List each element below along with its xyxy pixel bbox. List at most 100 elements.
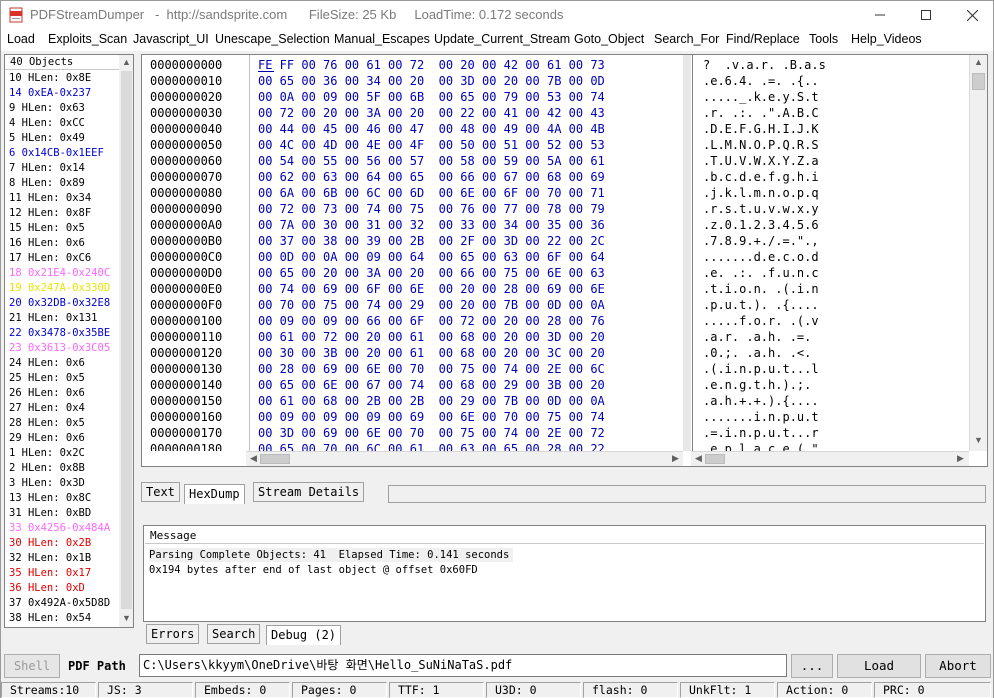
hex-bytes[interactable]: 00 09 00 09 00 66 00 6F 00 72 00 20 00 2… (258, 313, 605, 329)
scroll-down-arrow-icon[interactable]: ▼ (119, 613, 133, 623)
object-list-item[interactable]: 18 0x21E4-0x240C (5, 266, 119, 281)
message-line[interactable]: Parsing Complete Objects: 41 Elapsed Tim… (149, 548, 514, 562)
hex-ascii[interactable]: .e.n.g.t.h.).;. (703, 377, 819, 393)
object-list-item[interactable]: 20 0x32DB-0x32E8 (5, 296, 119, 311)
object-list-item[interactable]: 33 0x4256-0x484A (5, 521, 119, 536)
hex-row[interactable]: 0000000150 00 61 00 68 00 2B 00 2B 00 29 … (142, 393, 968, 409)
object-list-item[interactable]: 8 HLen: 0x89 (5, 176, 119, 191)
hex-bytes[interactable]: 00 0A 00 09 00 5F 00 6B 00 65 00 79 00 5… (258, 89, 605, 105)
object-list-item[interactable]: 13 HLen: 0x8C (5, 491, 119, 506)
hex-ascii[interactable]: .(.i.n.p.u.t...l (703, 361, 819, 377)
object-list-item[interactable]: 38 HLen: 0x54 (5, 611, 119, 626)
object-list-item[interactable]: 17 HLen: 0xC6 (5, 251, 119, 266)
hex-ascii[interactable]: .e.6.4. .=. .{.. (703, 73, 819, 89)
hex-bytes[interactable]: 00 7A 00 30 00 31 00 32 00 33 00 34 00 3… (258, 217, 605, 233)
hex-bytes[interactable]: FE FF 00 76 00 61 00 72 00 20 00 42 00 6… (258, 57, 605, 73)
object-list-item[interactable]: 7 HLen: 0x14 (5, 161, 119, 176)
object-list[interactable]: 40 Objects 10 HLen: 0x8E 14 0xEA-0x237 9 H… (4, 54, 134, 628)
hex-ascii[interactable]: .L.M.N.O.P.Q.R.S (703, 137, 819, 153)
hex-bytes[interactable]: 00 61 00 68 00 2B 00 2B 00 29 00 7B 00 0… (258, 393, 605, 409)
hex-bytes[interactable]: 00 62 00 63 00 64 00 65 00 66 00 67 00 6… (258, 169, 605, 185)
ascii-horizontal-scrollbar[interactable]: ◀ ▶ (691, 451, 969, 466)
object-list-item[interactable]: 12 HLen: 0x8F (5, 206, 119, 221)
scroll-left-arrow-icon[interactable]: ◀ (246, 453, 261, 464)
hex-bytes[interactable]: 00 72 00 73 00 74 00 75 00 76 00 77 00 7… (258, 201, 605, 217)
hex-row[interactable]: 0000000090 00 72 00 73 00 74 00 75 00 76 … (142, 201, 968, 217)
hex-bytes[interactable]: 00 65 00 20 00 3A 00 20 00 66 00 75 00 6… (258, 265, 605, 281)
object-list-item[interactable]: 6 0x14CB-0x1EEF (5, 146, 119, 161)
menu-manual-escapes[interactable]: Manual_Escapes (334, 32, 430, 46)
hex-ascii[interactable]: .e.p.l.a.c.e.(." (703, 441, 819, 451)
object-list-item[interactable]: 3 HLen: 0x3D (5, 476, 119, 491)
hex-bytes[interactable]: 00 74 00 69 00 6F 00 6E 00 20 00 28 00 6… (258, 281, 605, 297)
object-list-item[interactable]: 16 HLen: 0x6 (5, 236, 119, 251)
scroll-up-arrow-icon[interactable]: ▲ (119, 57, 133, 67)
hex-bytes[interactable]: 00 44 00 45 00 46 00 47 00 48 00 49 00 4… (258, 121, 605, 137)
hex-ascii[interactable]: .t.i.o.n. .(.i.n (703, 281, 819, 297)
load-button[interactable]: Load (837, 654, 921, 678)
hex-row[interactable]: 0000000050 00 4C 00 4D 00 4E 00 4F 00 50 … (142, 137, 968, 153)
tab-debug[interactable]: Debug (2) (266, 625, 342, 645)
scroll-right-arrow-icon[interactable]: ▶ (668, 453, 683, 464)
hex-row[interactable]: 00000000A0 00 7A 00 30 00 31 00 32 00 33 … (142, 217, 968, 233)
hex-row[interactable]: 0000000060 00 54 00 55 00 56 00 57 00 58 … (142, 153, 968, 169)
menu-search-for[interactable]: Search_For (654, 32, 719, 46)
hex-bytes[interactable]: 00 09 00 09 00 09 00 69 00 6E 00 70 00 7… (258, 409, 605, 425)
pdf-path-input[interactable]: C:\Users\kkyym\OneDrive\바탕 화면\Hello_SuNi… (139, 654, 787, 677)
hex-ascii[interactable]: ....._.k.e.y.S.t (703, 89, 819, 105)
hex-row[interactable]: 0000000020 00 0A 00 09 00 5F 00 6B 00 65 … (142, 89, 968, 105)
object-list-item[interactable]: 35 HLen: 0x17 (5, 566, 119, 581)
scroll-thumb[interactable] (260, 454, 290, 464)
hex-ascii[interactable]: .a.h.+.+.).{.... (703, 393, 819, 409)
tab-search[interactable]: Search (207, 624, 261, 644)
hex-ascii[interactable]: .7.8.9.+./.=."., (703, 233, 819, 249)
scroll-down-arrow-icon[interactable]: ▼ (971, 435, 986, 445)
menu-unescape-selection[interactable]: Unescape_Selection (215, 32, 330, 46)
hex-bytes[interactable]: 00 65 00 36 00 34 00 20 00 3D 00 20 00 7… (258, 73, 605, 89)
hex-row[interactable]: 0000000130 00 28 00 69 00 6E 00 70 00 75 … (142, 361, 968, 377)
hex-row[interactable]: 0000000010 00 65 00 36 00 34 00 20 00 3D … (142, 73, 968, 89)
hex-ascii[interactable]: .e. .:. .f.u.n.c (703, 265, 819, 281)
hex-bytes[interactable]: 00 61 00 72 00 20 00 61 00 68 00 20 00 3… (258, 329, 605, 345)
hex-row[interactable]: 0000000030 00 72 00 20 00 3A 00 20 00 22 … (142, 105, 968, 121)
hex-bytes[interactable]: 00 54 00 55 00 56 00 57 00 58 00 59 00 5… (258, 153, 605, 169)
shell-button[interactable]: Shell (4, 654, 60, 678)
object-list-item[interactable]: 31 HLen: 0xBD (5, 506, 119, 521)
hex-row[interactable]: 00000000E0 00 74 00 69 00 6F 00 6E 00 20 … (142, 281, 968, 297)
hex-ascii[interactable]: .......i.n.p.u.t (703, 409, 819, 425)
minimize-icon[interactable] (857, 1, 903, 29)
object-list-item[interactable]: 36 HLen: 0xD (5, 581, 119, 596)
object-list-item[interactable]: 27 HLen: 0x4 (5, 401, 119, 416)
hex-row[interactable]: 00000000C0 00 0D 00 0A 00 09 00 64 00 65 … (142, 249, 968, 265)
hex-ascii[interactable]: .D.E.F.G.H.I.J.K (703, 121, 819, 137)
object-list-item[interactable]: 26 HLen: 0x6 (5, 386, 119, 401)
hex-ascii[interactable]: .r.s.t.u.v.w.x.y (703, 201, 819, 217)
message-line[interactable]: 0x194 bytes after end of last object @ o… (149, 563, 478, 577)
object-list-item[interactable]: 9 HLen: 0x63 (5, 101, 119, 116)
hex-bytes[interactable]: 00 72 00 20 00 3A 00 20 00 22 00 41 00 4… (258, 105, 605, 121)
object-list-item[interactable]: 21 HLen: 0x131 (5, 311, 119, 326)
scroll-thumb[interactable] (121, 71, 132, 609)
object-list-header[interactable]: 40 Objects (5, 55, 119, 70)
tab-errors[interactable]: Errors (146, 624, 200, 644)
browse-button[interactable]: ... (791, 654, 833, 678)
tab-hexdump[interactable]: HexDump (184, 484, 245, 504)
object-list-item[interactable]: 1 HLen: 0x2C (5, 446, 119, 461)
menu-javascript-ui[interactable]: Javascript_UI (133, 32, 209, 46)
scroll-up-arrow-icon[interactable]: ▲ (971, 57, 986, 67)
hex-ascii[interactable]: .b.c.d.e.f.g.h.i (703, 169, 819, 185)
abort-button[interactable]: Abort (925, 654, 991, 678)
hex-bytes[interactable]: 00 37 00 38 00 39 00 2B 00 2F 00 3D 00 2… (258, 233, 605, 249)
hex-row[interactable]: 00000000F0 00 70 00 75 00 74 00 29 00 20 … (142, 297, 968, 313)
hex-ascii[interactable]: .....f.o.r. .(.v (703, 313, 819, 329)
object-list-item[interactable]: 14 0xEA-0x237 (5, 86, 119, 101)
hex-bytes[interactable]: 00 65 00 70 00 6C 00 61 00 63 00 65 00 2… (258, 441, 605, 451)
scroll-thumb[interactable] (705, 454, 725, 464)
hex-ascii[interactable]: .a.r. .a.h. .=. (703, 329, 819, 345)
hex-bytes[interactable]: 00 70 00 75 00 74 00 29 00 20 00 7B 00 0… (258, 297, 605, 313)
hex-ascii[interactable]: .p.u.t.). .{.... (703, 297, 819, 313)
hex-row[interactable]: 00000000D0 00 65 00 20 00 3A 00 20 00 66 … (142, 265, 968, 281)
scroll-right-arrow-icon[interactable]: ▶ (953, 453, 968, 464)
message-column-header[interactable]: Message (145, 528, 984, 544)
tab-stream-details[interactable]: Stream Details (253, 482, 365, 502)
